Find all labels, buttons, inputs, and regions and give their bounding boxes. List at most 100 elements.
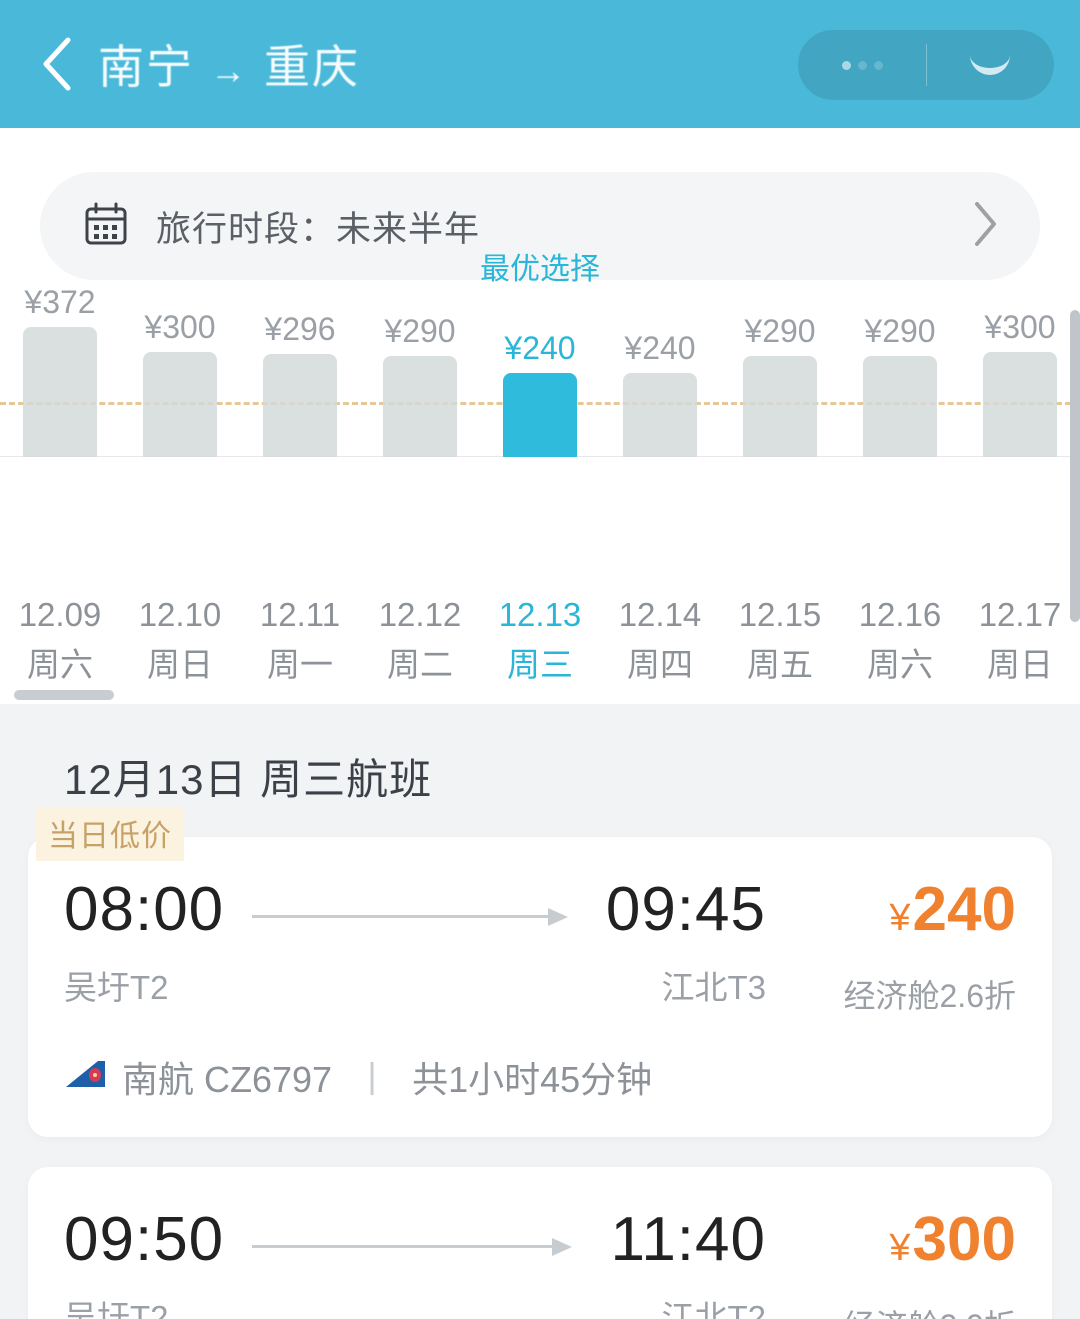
chart-bar-price-label: ¥296 (264, 311, 336, 347)
route-destination: 重庆 (264, 41, 360, 93)
chart-horizontal-scrollbar[interactable] (14, 690, 114, 700)
capsule-more-button[interactable] (798, 30, 926, 100)
airline-name-and-number: 南航 CZ6797 (122, 1059, 333, 1100)
chart-date-label-12.11[interactable]: 12.11 周一 (240, 590, 360, 690)
cabin-discount: 经济舱2.9折 (784, 1301, 1017, 1319)
currency-symbol: ¥ (889, 897, 911, 939)
more-dots-icon (841, 60, 883, 70)
back-button[interactable] (26, 33, 88, 95)
chart-date: 12.17 (978, 596, 1062, 633)
flight-card-main: 09:50 吴圩T2 11:40 江北T2 ¥300 经济舱2.9折 (64, 1201, 1016, 1319)
departure-time: 09:50 (64, 1205, 225, 1274)
chart-bar-rect (983, 352, 1057, 457)
chart-bar-12.16[interactable]: ¥290 (840, 313, 960, 457)
target-arc-icon (970, 55, 1010, 75)
arrival-block: 11:40 江北T2 (610, 1201, 766, 1319)
chart-bar-rect (503, 373, 577, 457)
chart-date-label-12.15[interactable]: 12.15 周五 (720, 590, 840, 690)
flight-arrow-icon (246, 871, 584, 949)
chart-axis-labels: 12.09 周六 12.10 周日 12.11 周一 12.12 周二 12.13 周三 12.14… (0, 580, 1080, 690)
chart-bar-12.13[interactable]: 最优选择 ¥240 (480, 253, 600, 457)
chart-date: 12.12 (378, 596, 462, 633)
chart-weekday: 周三 (507, 646, 573, 683)
price-amount: 300 (912, 1205, 1016, 1274)
chart-date: 12.09 (18, 596, 102, 633)
departure-airport: 吴圩T2 (64, 969, 169, 1006)
price-block[interactable]: ¥300 经济舱2.9折 (766, 1201, 1017, 1319)
cabin-discount: 经济舱2.6折 (843, 978, 1017, 1014)
chart-date: 12.13 (498, 596, 582, 633)
chart-bar-12.12[interactable]: ¥290 (360, 313, 480, 457)
chart-bar-price-label: ¥290 (384, 313, 456, 349)
route-arrow-icon: → (210, 50, 248, 91)
chart-bar-rect (743, 356, 817, 457)
chart-bar-12.11[interactable]: ¥296 (240, 311, 360, 457)
flight-card[interactable]: 当日低价 08:00 吴圩T2 09:45 江北T3 ¥240 经济舱2.6折 南航 CZ67… (28, 807, 1052, 1137)
chart-bar-12.14[interactable]: ¥240 (600, 320, 720, 457)
chart-bar-12.15[interactable]: ¥290 (720, 313, 840, 457)
price-block[interactable]: ¥240 经济舱2.6折 (766, 871, 1017, 1017)
route-title: 南宁 → 重庆 (98, 31, 360, 97)
chart-date: 12.16 (858, 596, 942, 633)
arrival-time: 11:40 (610, 1205, 766, 1274)
chart-date: 12.15 (738, 596, 822, 633)
flight-cards-container: 当日低价 08:00 吴圩T2 09:45 江北T3 ¥240 经济舱2.6折 南航 CZ67… (28, 807, 1052, 1319)
page-vertical-scrollbar[interactable] (1070, 310, 1080, 622)
best-choice-label: 最优选择 (480, 253, 600, 286)
capsule-menu[interactable] (798, 30, 1054, 100)
chart-plot-area: ¥372 ¥300 ¥296 ¥290 最优选择 ¥240 ¥240 ¥290 ¥290 ¥300 (0, 253, 1080, 580)
route-origin: 南宁 (98, 41, 194, 93)
chart-bar-price-label: ¥300 (144, 309, 216, 345)
chart-bar-rect (623, 373, 697, 457)
chart-date-label-12.13[interactable]: 12.13 周三 (480, 590, 600, 690)
low-price-badge: 当日低价 (36, 807, 184, 861)
chart-bars: ¥372 ¥300 ¥296 ¥290 最优选择 ¥240 ¥240 ¥290 ¥290 ¥300 (0, 253, 1080, 580)
chart-weekday: 周四 (627, 646, 693, 683)
chevron-right-icon (972, 200, 1000, 253)
price-trend-chart[interactable]: ¥372 ¥300 ¥296 ¥290 最优选择 ¥240 ¥240 ¥290 ¥290 ¥300… (0, 253, 1080, 704)
chart-bar-rect (23, 327, 97, 457)
chart-bar-price-label: ¥290 (864, 313, 936, 349)
departure-time: 08:00 (64, 875, 225, 944)
chart-bar-rect (143, 352, 217, 457)
chart-bar-price-label: ¥240 (624, 330, 696, 366)
chart-bar-12.09[interactable]: ¥372 (0, 284, 120, 457)
arrival-airport: 江北T2 (661, 1299, 766, 1319)
chart-bar-price-label: ¥290 (744, 313, 816, 349)
chart-weekday: 周二 (387, 646, 453, 683)
chart-bar-price-label: ¥240 (504, 330, 576, 366)
chart-bar-price-label: ¥300 (984, 309, 1056, 345)
chart-bar-rect (263, 354, 337, 457)
chart-date-label-12.12[interactable]: 12.12 周二 (360, 590, 480, 690)
departure-airport: 吴圩T2 (64, 1299, 169, 1319)
flight-card-main: 08:00 吴圩T2 09:45 江北T3 ¥240 经济舱2.6折 (64, 871, 1016, 1017)
arrival-block: 09:45 江北T3 (606, 871, 766, 1009)
price-amount: 240 (912, 875, 1016, 944)
chart-date-label-12.10[interactable]: 12.10 周日 (120, 590, 240, 690)
flight-list-section: 12月13日 周三航班 当日低价 08:00 吴圩T2 09:45 江北T3 ¥240 经济… (0, 704, 1080, 1319)
departure-block: 08:00 吴圩T2 (64, 871, 224, 1009)
flight-card[interactable]: 09:50吴圩T211:40江北T2¥300经济舱2.9折川航 3U8138丨共… (28, 1167, 1052, 1319)
footer-separator: 丨 (354, 1059, 391, 1100)
chart-bar-12.10[interactable]: ¥300 (120, 309, 240, 457)
travel-period-section: 旅行时段：未来半年 (0, 128, 1080, 320)
arrival-time: 09:45 (605, 875, 766, 944)
chart-weekday: 周日 (147, 646, 213, 683)
chart-weekday: 周五 (747, 646, 813, 683)
china-southern-logo (64, 1057, 108, 1098)
flight-price: ¥240 (784, 871, 1016, 957)
chart-date: 12.10 (138, 596, 222, 633)
chart-date-label-12.09[interactable]: 12.09 周六 (0, 590, 120, 690)
chart-date-label-12.16[interactable]: 12.16 周六 (840, 590, 960, 690)
chart-date-label-12.17[interactable]: 12.17 周日 (960, 590, 1080, 690)
currency-symbol: ¥ (889, 1227, 911, 1269)
calendar-icon (84, 202, 128, 251)
chart-date: 12.14 (618, 596, 702, 633)
departure-block: 09:50 吴圩T2 (64, 1201, 224, 1319)
chart-bar-rect (863, 356, 937, 457)
capsule-target-button[interactable] (926, 30, 1054, 100)
china-southern-logo (66, 1060, 105, 1087)
app-header: 南宁 → 重庆 (0, 0, 1080, 128)
chart-date-label-12.14[interactable]: 12.14 周四 (600, 590, 720, 690)
chart-bar-12.17[interactable]: ¥300 (960, 309, 1080, 457)
